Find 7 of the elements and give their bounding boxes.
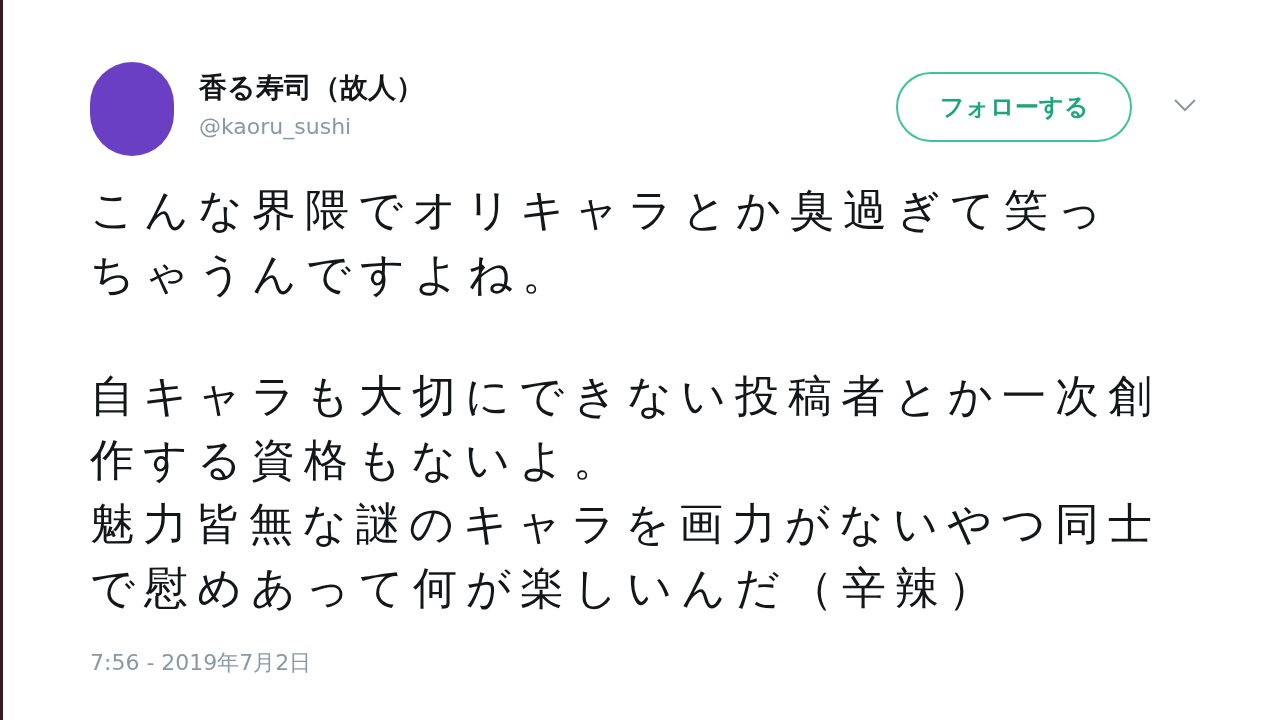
chevron-down-icon[interactable] bbox=[1173, 98, 1197, 112]
user-handle: @kaoru_sushi bbox=[199, 114, 353, 139]
tweet-text: こんな界隈でオリキャラとか臭過ぎて笑っ ちゃうんですよね。 bbox=[90, 183, 1112, 301]
display-name: 香る寿司（故人） bbox=[199, 70, 425, 106]
tweet-text: 自キャラも大切にできない投稿者とか一次創 作する資格もないよ。 魅力皆無な謎のキャラを画力がないやつ同士 で慰めあって何が楽しいんだ（辛辣） bbox=[90, 369, 1162, 615]
timestamp: 7:56 - 2019年7月2日 bbox=[90, 649, 313, 677]
follow-button[interactable]: フォローする bbox=[896, 72, 1132, 142]
